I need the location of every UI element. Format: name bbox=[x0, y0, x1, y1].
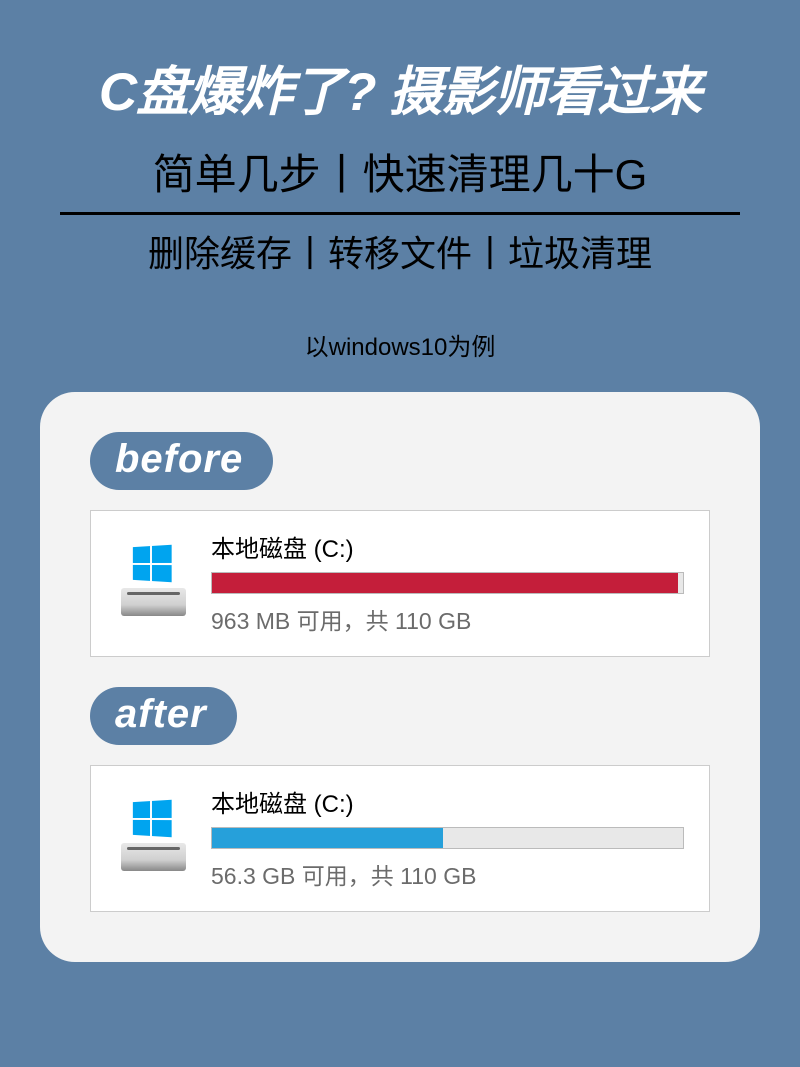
disk-usage-fill bbox=[212, 828, 443, 848]
example-note: 以windows10为例 bbox=[30, 327, 770, 362]
subtitle-line-1: 简单几步丨快速清理几十G bbox=[30, 141, 770, 202]
subtitle-line-2: 删除缓存丨转移文件丨垃圾清理 bbox=[30, 225, 770, 277]
disk-panel-before: 本地磁盘 (C:) 963 MB 可用，共 110 GB bbox=[90, 510, 710, 657]
disk-info-before: 本地磁盘 (C:) 963 MB 可用，共 110 GB bbox=[211, 529, 684, 636]
after-badge: after bbox=[90, 687, 237, 745]
disk-info-after: 本地磁盘 (C:) 56.3 GB 可用，共 110 GB bbox=[211, 784, 684, 891]
windows-logo-icon bbox=[133, 800, 172, 837]
disk-usage-bar bbox=[211, 572, 684, 594]
disk-panel-after: 本地磁盘 (C:) 56.3 GB 可用，共 110 GB bbox=[90, 765, 710, 912]
main-title: C盘爆炸了? 摄影师看过来 bbox=[30, 50, 770, 126]
windows-logo-icon bbox=[133, 545, 172, 582]
disk-label: 本地磁盘 (C:) bbox=[211, 529, 684, 564]
disk-label: 本地磁盘 (C:) bbox=[211, 784, 684, 819]
comparison-card: before 本地磁盘 (C:) 963 MB 可用，共 110 GB afte… bbox=[40, 392, 760, 962]
divider bbox=[60, 212, 740, 215]
disk-status-text: 963 MB 可用，共 110 GB bbox=[211, 602, 684, 636]
disk-status-text: 56.3 GB 可用，共 110 GB bbox=[211, 857, 684, 891]
disk-drive-icon bbox=[116, 541, 191, 616]
disk-usage-bar bbox=[211, 827, 684, 849]
disk-drive-icon bbox=[116, 796, 191, 871]
before-badge: before bbox=[90, 432, 273, 490]
disk-usage-fill bbox=[212, 573, 678, 593]
